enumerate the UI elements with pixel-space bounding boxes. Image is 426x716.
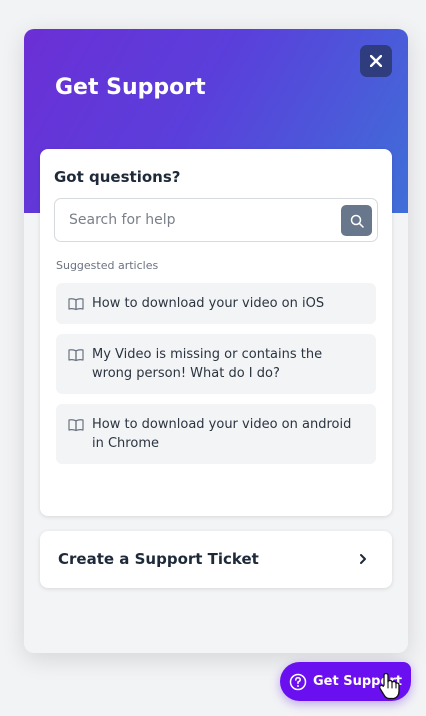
search-box xyxy=(54,198,378,242)
book-icon xyxy=(68,298,84,311)
card-title: Got questions? xyxy=(54,168,181,186)
suggested-articles-label: Suggested articles xyxy=(56,259,159,272)
article-item[interactable]: My Video is missing or contains the wron… xyxy=(56,334,376,394)
search-icon xyxy=(350,214,364,228)
help-circle-icon xyxy=(289,673,307,690)
search-input[interactable] xyxy=(55,199,335,241)
article-title: My Video is missing or contains the wron… xyxy=(92,347,323,381)
close-icon xyxy=(370,55,382,67)
articles-card: Got questions? Suggested articles How to… xyxy=(40,149,392,516)
search-button[interactable] xyxy=(341,205,372,236)
article-item[interactable]: How to download your video on android in… xyxy=(56,404,376,464)
article-item[interactable]: How to download your video on iOS xyxy=(56,283,376,324)
close-button[interactable] xyxy=(360,45,392,77)
article-title: How to download your video on iOS xyxy=(92,296,325,311)
create-ticket-label: Create a Support Ticket xyxy=(58,550,259,568)
widget-title: Get Support xyxy=(55,75,206,100)
book-icon xyxy=(68,349,84,362)
chevron-right-icon xyxy=(360,554,366,564)
support-widget: Get Support Got questions? Suggested art… xyxy=(24,29,408,653)
book-icon xyxy=(68,419,84,432)
article-title: How to download your video on android in… xyxy=(92,417,352,451)
create-ticket-button[interactable]: Create a Support Ticket xyxy=(40,531,392,588)
hand-cursor-icon xyxy=(378,672,400,700)
article-list: How to download your video on iOS My Vid… xyxy=(56,283,376,474)
